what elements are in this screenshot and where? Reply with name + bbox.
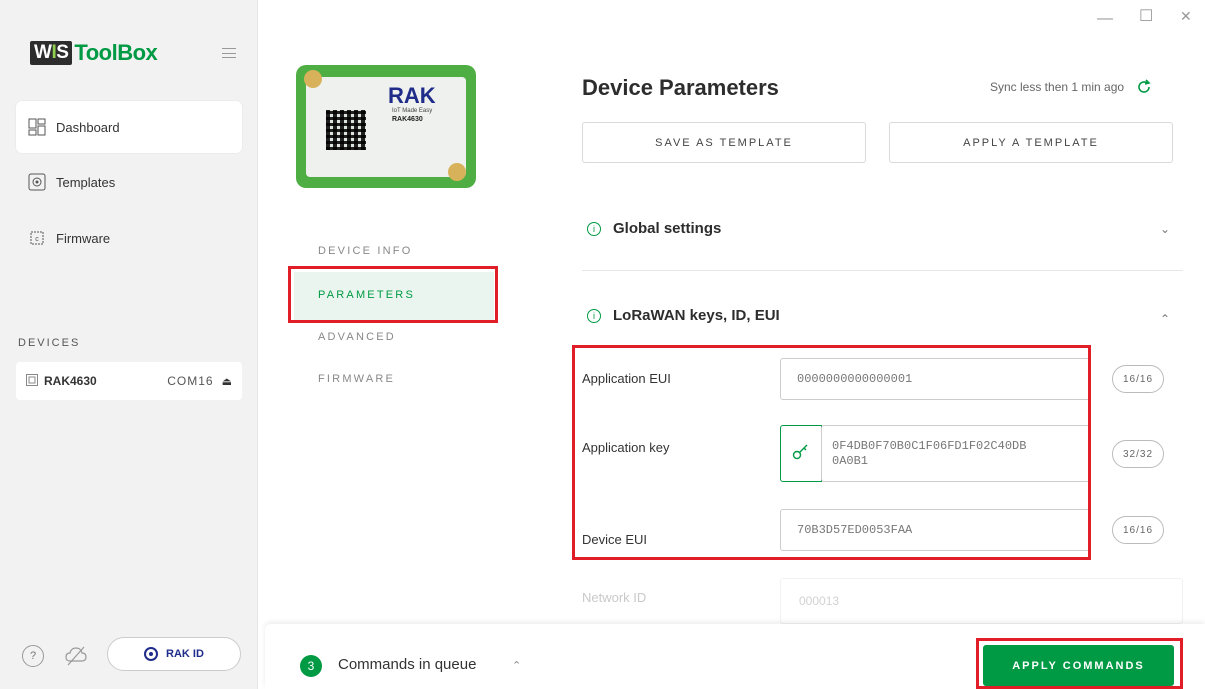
info-icon: i [587,308,601,323]
tab-firmware[interactable]: FIRMWARE [318,373,395,385]
nav-templates[interactable]: Templates [16,156,242,208]
highlight-box-lorawan-fields [572,345,1091,560]
help-icon[interactable]: ? [22,645,44,667]
devices-heading: DEVICES [18,337,81,349]
global-settings-header[interactable]: i Global settings [587,220,721,237]
app-key-counter: 32/32 [1112,440,1165,468]
eject-icon[interactable]: ⏏ [222,375,232,388]
module-model: RAK4630 [392,116,423,123]
queue-label[interactable]: Commands in queue [338,656,476,673]
app-eui-counter: 16/16 [1112,365,1165,393]
wistoolbox-logo: WIS ToolBox [30,40,158,66]
page-title: Device Parameters [582,75,779,100]
divider [582,270,1183,271]
cloud-sync-icon[interactable] [64,645,88,667]
qr-code [326,110,366,150]
sync-status: Sync less then 1 min ago [990,79,1152,95]
device-item-rak4630[interactable]: RAK4630 COM16 ⏏ [16,362,242,400]
minimize-icon[interactable]: — [1097,10,1113,28]
maximize-icon[interactable]: ☐ [1139,6,1153,26]
lorawan-keys-header[interactable]: i LoRaWAN keys, ID, EUI [587,307,780,324]
svg-text:c: c [35,236,39,243]
save-as-template-button[interactable]: SAVE AS TEMPLATE [582,122,866,163]
device-module-image: RAK IoT Made Easy RAK4630 [296,65,476,188]
rak-id-icon [144,647,159,661]
device-name: RAK4630 [44,374,97,388]
network-id-label: Network ID [582,590,647,605]
device-port: COM16 [167,374,214,388]
sidebar: WIS ToolBox Dashboard Templates c Firmwa… [0,0,258,689]
tab-advanced[interactable]: ADVANCED [318,331,396,343]
module-brand: RAK [388,83,436,108]
tab-device-info[interactable]: DEVICE INFO [318,245,413,257]
templates-icon [28,173,46,191]
menu-icon[interactable] [222,48,236,58]
chevron-up-icon[interactable]: ⌃ [1160,312,1170,326]
rak-id-button[interactable]: RAK ID [107,637,241,671]
device-icon [26,373,38,389]
chevron-up-icon[interactable]: ⌃ [512,659,521,672]
info-icon: i [587,221,601,236]
apply-template-button[interactable]: APPLY A TEMPLATE [889,122,1173,163]
dashboard-grid-icon [28,118,46,136]
network-id-input[interactable]: 000013 [780,578,1183,624]
module-tagline: IoT Made Easy [392,108,433,114]
dev-eui-counter: 16/16 [1112,516,1165,544]
close-icon[interactable]: ✕ [1180,8,1192,25]
queue-count-badge: 3 [300,655,322,677]
highlight-box-parameters [288,266,498,323]
antenna-connector [304,70,322,88]
nav-dashboard[interactable]: Dashboard [16,101,242,153]
nav-firmware[interactable]: c Firmware [16,212,242,264]
refresh-icon[interactable] [1136,79,1152,95]
highlight-box-apply [976,638,1183,689]
firmware-chip-icon: c [28,229,46,247]
antenna-connector [448,163,466,181]
chevron-down-icon[interactable]: ⌄ [1160,222,1170,236]
